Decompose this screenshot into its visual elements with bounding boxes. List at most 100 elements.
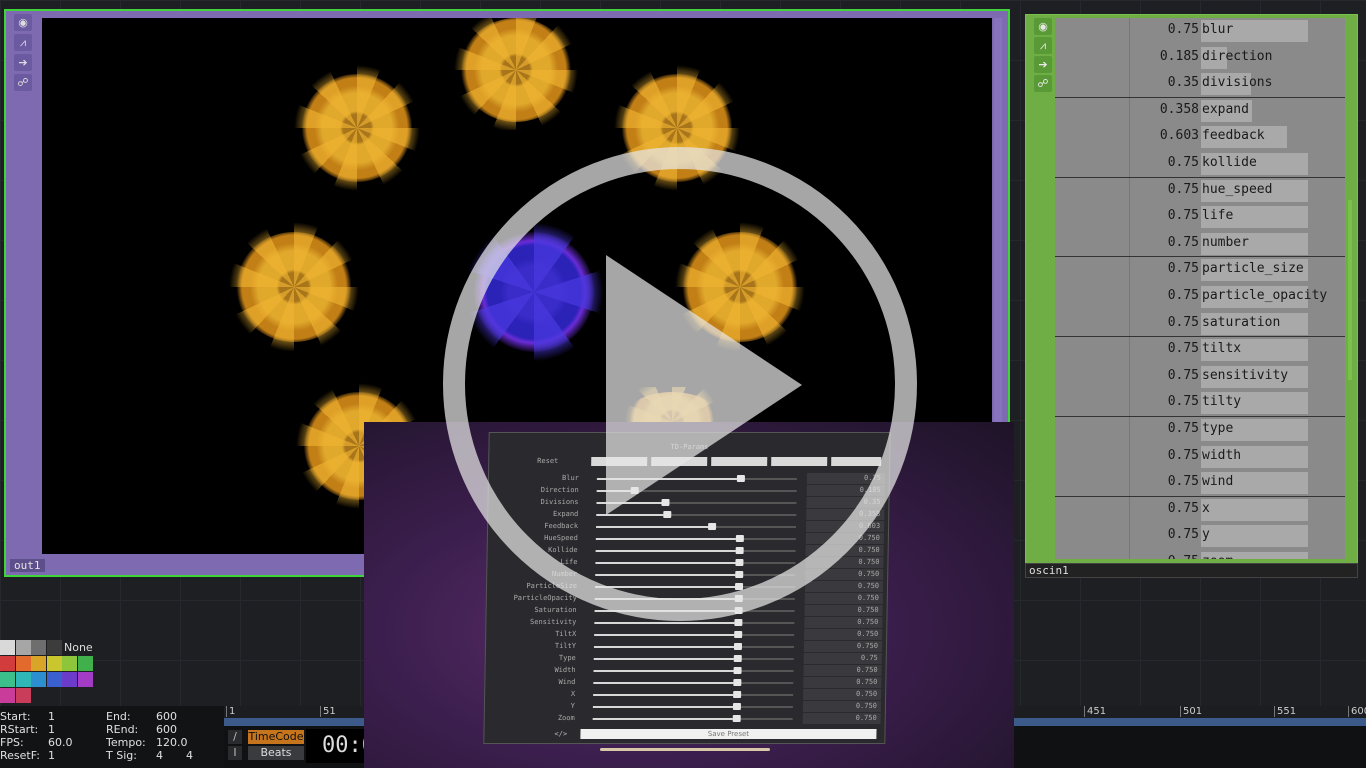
param-slider-knob[interactable] xyxy=(733,631,742,638)
param-value[interactable]: 0.750 xyxy=(802,713,881,724)
channel-row[interactable]: 0.75 life xyxy=(1055,204,1345,231)
export-arrow-icon[interactable]: ➔ xyxy=(14,54,32,71)
channel-row[interactable]: 0.75 width xyxy=(1055,444,1345,471)
param-value[interactable]: 0.75 xyxy=(803,653,882,664)
palette-swatch[interactable] xyxy=(46,656,62,671)
oscin1-scrollbar[interactable] xyxy=(1348,200,1352,380)
oscin1-channel-viewer[interactable]: 0.75 blur 0.185 direction 0.35 divisions 0.358… xyxy=(1055,18,1345,559)
bypass-icon[interactable]: ☍ xyxy=(14,74,32,91)
channel-row[interactable]: 0.75 blur xyxy=(1055,18,1345,45)
palette-swatch[interactable] xyxy=(15,672,31,687)
viewer-active-icon[interactable]: ◉ xyxy=(1034,18,1052,35)
resetf-value[interactable]: 1 xyxy=(48,749,55,762)
beats-button[interactable]: Beats xyxy=(248,746,304,760)
palette-swatch[interactable] xyxy=(15,640,31,655)
channel-row[interactable]: 0.75zoom xyxy=(1055,550,1345,559)
channel-row[interactable]: 0.75 number xyxy=(1055,231,1345,258)
param-label: Type xyxy=(558,654,576,662)
channel-row[interactable]: 0.75 type xyxy=(1055,417,1345,444)
param-row[interactable]: Wind 0.750 xyxy=(503,677,882,689)
channel-row[interactable]: 0.603 feedback xyxy=(1055,124,1345,151)
param-value[interactable]: 0.750 xyxy=(803,641,883,652)
timecode-button[interactable]: TimeCode xyxy=(248,730,304,744)
tsig-denominator[interactable]: 4 xyxy=(186,749,193,762)
channel-row[interactable]: 0.75 tilty xyxy=(1055,390,1345,417)
param-value[interactable]: 0.750 xyxy=(803,665,882,676)
param-slider-knob[interactable] xyxy=(733,655,742,662)
param-row[interactable]: Y 0.750 xyxy=(503,701,882,713)
palette-swatch[interactable] xyxy=(0,656,15,671)
palette-swatch[interactable] xyxy=(15,688,31,703)
cook-graph-icon[interactable]: ⩘ xyxy=(1034,37,1052,54)
palette-swatch[interactable] xyxy=(46,672,62,687)
param-slider-knob[interactable] xyxy=(732,679,741,686)
param-slider-knob[interactable] xyxy=(732,667,742,674)
palette-none-label[interactable]: None xyxy=(64,641,93,654)
channel-row[interactable]: 0.75 wind xyxy=(1055,470,1345,497)
viewer-active-icon[interactable]: ◉ xyxy=(14,14,32,31)
channel-row[interactable]: 0.75 x xyxy=(1055,497,1345,524)
rstart-value[interactable]: 1 xyxy=(48,723,55,736)
palette-swatch[interactable] xyxy=(31,656,46,671)
palette-swatch[interactable] xyxy=(0,688,15,703)
fps-value[interactable]: 60.0 xyxy=(48,736,73,749)
channel-name: divisions xyxy=(1202,75,1273,91)
palette-swatch[interactable] xyxy=(77,672,93,687)
channel-row[interactable]: 0.185 direction xyxy=(1055,45,1345,72)
param-row[interactable]: X 0.750 xyxy=(503,689,882,701)
param-slider-knob[interactable] xyxy=(732,703,741,710)
oscin1-node-label-bar[interactable]: oscin1 xyxy=(1025,563,1358,578)
channel-row[interactable]: 0.75 kollide xyxy=(1055,151,1345,178)
param-value[interactable]: 0.750 xyxy=(804,629,883,640)
channel-row[interactable]: 0.75 saturation xyxy=(1055,311,1345,338)
tempo-value[interactable]: 120.0 xyxy=(156,736,188,749)
palette-swatch[interactable] xyxy=(0,640,15,655)
channel-row[interactable]: 0.75 y xyxy=(1055,523,1345,550)
palette-swatch[interactable] xyxy=(62,656,77,671)
param-row[interactable]: TiltX 0.750 xyxy=(504,629,883,641)
channel-row[interactable]: 0.75 sensitivity xyxy=(1055,364,1345,391)
param-slider-knob[interactable] xyxy=(733,619,742,626)
param-row[interactable]: Width 0.750 xyxy=(503,665,882,677)
param-value[interactable]: 0.750 xyxy=(804,581,884,592)
palette-swatch[interactable] xyxy=(62,672,77,687)
channel-row[interactable]: 0.75 particle_opacity xyxy=(1055,284,1345,311)
param-row[interactable]: Zoom 0.750 xyxy=(503,713,881,725)
palette-swatch[interactable] xyxy=(0,672,15,687)
palette-swatch[interactable] xyxy=(77,656,93,671)
param-value[interactable]: 0.750 xyxy=(804,593,883,604)
range-icon[interactable]: I xyxy=(228,746,242,760)
param-value[interactable]: 0.750 xyxy=(804,605,883,616)
cook-graph-icon[interactable]: ⩘ xyxy=(14,34,32,51)
param-row[interactable]: Type 0.75 xyxy=(504,653,882,665)
palette-swatch[interactable] xyxy=(31,672,46,687)
palette-swatch[interactable] xyxy=(46,640,62,655)
channel-row[interactable]: 0.75 hue_speed xyxy=(1055,178,1345,205)
param-label: ParticleOpacity xyxy=(513,594,577,602)
tsig-numerator[interactable]: 4 xyxy=(156,749,163,762)
channel-row[interactable]: 0.75 particle_size xyxy=(1055,257,1345,284)
param-slider-knob[interactable] xyxy=(733,643,742,650)
param-slider-knob[interactable] xyxy=(732,715,741,722)
param-value[interactable]: 0.750 xyxy=(803,689,882,700)
palette-swatch[interactable] xyxy=(31,640,46,655)
save-preset-button[interactable]: Save Preset xyxy=(580,729,877,739)
rend-value[interactable]: 600 xyxy=(156,723,177,736)
start-value[interactable]: 1 xyxy=(48,710,55,723)
param-value[interactable]: 0.750 xyxy=(803,677,882,688)
out1-node-label[interactable]: out1 xyxy=(10,559,45,572)
export-arrow-icon[interactable]: ➔ xyxy=(1034,56,1052,73)
play-icon[interactable] xyxy=(606,255,802,515)
palette-swatch[interactable] xyxy=(15,656,31,671)
channel-row[interactable]: 0.75 tiltx xyxy=(1055,337,1345,364)
param-value[interactable]: 0.750 xyxy=(804,617,883,628)
param-slider-knob[interactable] xyxy=(732,691,741,698)
code-icon[interactable]: </> xyxy=(554,730,567,738)
param-row[interactable]: TiltY 0.750 xyxy=(504,641,883,653)
channel-row[interactable]: 0.358 expand xyxy=(1055,98,1345,125)
channel-row[interactable]: 0.35 divisions xyxy=(1055,71,1345,98)
end-value[interactable]: 600 xyxy=(156,710,177,723)
loop-icon[interactable]: / xyxy=(228,730,242,744)
bypass-icon[interactable]: ☍ xyxy=(1034,75,1052,92)
param-value[interactable]: 0.750 xyxy=(802,701,882,712)
